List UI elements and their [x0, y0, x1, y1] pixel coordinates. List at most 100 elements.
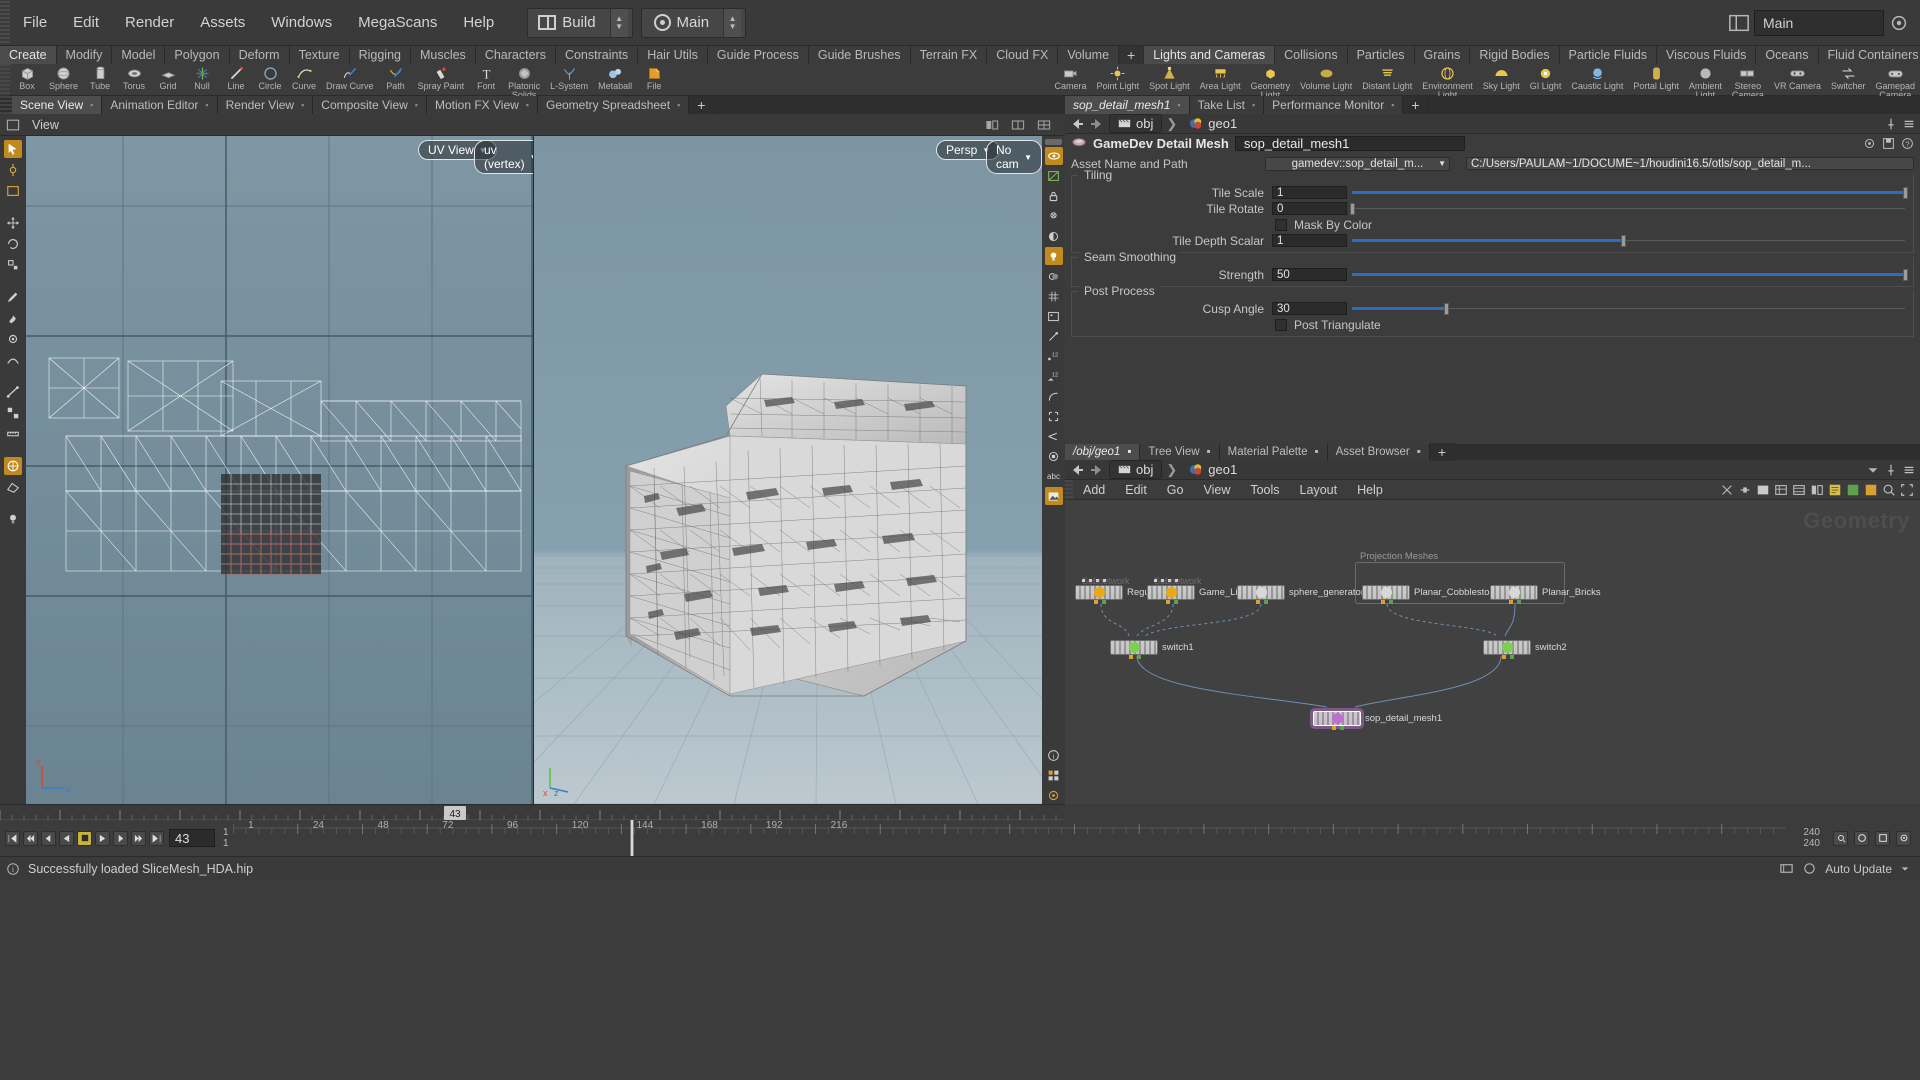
info-icon[interactable]: i — [1045, 746, 1063, 764]
material-icon[interactable] — [1045, 227, 1063, 245]
shelf-tab-muscles[interactable]: Muscles — [410, 46, 476, 64]
shelf-tab-cloud-fx[interactable]: Cloud FX — [987, 46, 1059, 64]
net-bypass-icon[interactable] — [1738, 483, 1752, 497]
shelf-tool-box[interactable]: Box — [10, 64, 44, 100]
param-slider-tile-depth-scalar[interactable] — [1352, 234, 1905, 247]
network-tab-close-icon[interactable]: ▪ — [1127, 446, 1131, 459]
pane-tab-close-icon[interactable]: ▪ — [677, 98, 680, 112]
view-tool-icon[interactable] — [4, 182, 22, 200]
shelf-tab-polygon[interactable]: Polygon — [165, 46, 230, 64]
shelf-grip[interactable] — [0, 64, 10, 96]
uv-view-pane[interactable]: UV View ▼ uv (vertex) ▼ v u — [26, 136, 533, 804]
node-render-flag[interactable] — [1137, 655, 1141, 659]
node-body[interactable] — [1313, 711, 1361, 730]
pane-tab-close-icon[interactable]: ▪ — [205, 98, 208, 112]
node-render-flag[interactable] — [1517, 600, 1521, 604]
asset-name-field[interactable]: gamedev::sop_detail_m... ▼ — [1265, 156, 1450, 171]
asset-path-field[interactable]: C:/Users/PAULAM~1/DOCUME~1/houdini16.5/o… — [1466, 157, 1914, 170]
shelf-tool-tube[interactable]: Tube — [83, 64, 117, 100]
viewport-menu-icon[interactable] — [5, 117, 21, 133]
frame-range-end[interactable]: 240 240 — [1790, 827, 1820, 849]
shelf-tab-viscous-fluids[interactable]: Viscous Fluids — [1657, 46, 1757, 64]
menu-render[interactable]: Render — [112, 8, 187, 37]
shelf-tab-rigid-bodies[interactable]: Rigid Bodies — [1470, 46, 1560, 64]
net-path-chip-geo[interactable]: geo1 — [1181, 461, 1245, 478]
frame-range-start[interactable]: 1 1 — [223, 827, 229, 849]
param-slider-cusp-angle[interactable] — [1352, 302, 1905, 315]
checkbox-mask-by-color[interactable] — [1275, 219, 1287, 231]
uv-attrib-selector[interactable]: uv (vertex) ▼ — [474, 140, 533, 174]
pane-tab-motion-fx-view[interactable]: Motion FX View ▪ — [426, 96, 538, 114]
grid-toggle-icon[interactable] — [1045, 287, 1063, 305]
timeline-ruler[interactable]: 43 — [0, 804, 1065, 821]
menu-windows[interactable]: Windows — [258, 8, 345, 37]
shelf-tool-stereo-camera[interactable]: Stereo Camera — [1727, 64, 1769, 100]
key-all-icon[interactable] — [1833, 830, 1848, 846]
shelf-tool-spray-paint[interactable]: Spray Paint — [413, 64, 470, 100]
node-display-flag[interactable] — [1381, 600, 1385, 604]
net-cut-icon[interactable] — [1720, 483, 1734, 497]
pane-tab-close-icon[interactable]: ▪ — [90, 98, 93, 112]
prim-numbers-icon[interactable]: 12 — [1045, 367, 1063, 385]
net-table-view-icon[interactable] — [1792, 483, 1806, 497]
playbar-settings-icon[interactable] — [1896, 830, 1911, 846]
menu-megascans[interactable]: MegaScans — [345, 8, 450, 37]
network-tab-close-icon[interactable]: ▪ — [1417, 446, 1421, 459]
viewport-split-divider[interactable] — [533, 136, 534, 804]
node-render-flag[interactable] — [1102, 600, 1106, 604]
net-back-arrow-icon[interactable] — [1069, 462, 1085, 478]
shelf-tab-guide-brushes[interactable]: Guide Brushes — [808, 46, 911, 64]
handle-tool-icon[interactable] — [4, 161, 22, 179]
menu-edit[interactable]: Edit — [60, 8, 112, 37]
menu-help[interactable]: Help — [450, 8, 507, 37]
net-layout-icon[interactable] — [1810, 483, 1824, 497]
group-tool-icon[interactable] — [4, 404, 22, 422]
play-button[interactable] — [95, 830, 110, 846]
param-value-field-strength[interactable]: 50 — [1272, 268, 1347, 281]
shelf-tool-switcher[interactable]: Switcher — [1826, 64, 1871, 100]
viewport-quad-icon[interactable] — [1036, 117, 1052, 133]
material-display-icon[interactable] — [1044, 487, 1063, 505]
param-slider-tile-rotate[interactable] — [1350, 202, 1905, 215]
params-tab-close-icon[interactable]: ▪ — [1177, 98, 1180, 112]
node-display-flag[interactable] — [1129, 655, 1133, 659]
node-render-flag[interactable] — [1510, 655, 1514, 659]
net-path-chip-obj[interactable]: obj — [1109, 460, 1163, 479]
paint-tool-icon[interactable] — [4, 330, 22, 348]
node-display-flag[interactable] — [1256, 600, 1260, 604]
menu-file[interactable]: File — [10, 8, 60, 37]
next-keyframe-button[interactable] — [131, 830, 146, 846]
shelf-tool-environment-light[interactable]: Environment Light — [1417, 64, 1478, 100]
lock-icon[interactable] — [1045, 187, 1063, 205]
normals-icon[interactable] — [1045, 327, 1063, 345]
pane-tab-close-icon[interactable]: ▪ — [415, 98, 418, 112]
current-frame-field[interactable]: 43 — [169, 829, 215, 847]
scene-viewport[interactable]: UV View ▼ uv (vertex) ▼ v u — [0, 136, 1042, 804]
menu-bar-grip[interactable] — [0, 0, 10, 45]
menu-assets[interactable]: Assets — [187, 8, 258, 37]
net-zoom-icon[interactable] — [1882, 483, 1896, 497]
shelf-tab-volume[interactable]: Volume — [1058, 46, 1120, 64]
params-tab-sop-detail-mesh1[interactable]: sop_detail_mesh1 ▪ — [1065, 96, 1190, 114]
net-pin-icon[interactable] — [1884, 463, 1898, 477]
shelf-tab-guide-process[interactable]: Guide Process — [707, 46, 809, 64]
headlight-icon[interactable] — [1044, 247, 1063, 265]
build-spinner[interactable]: ▲ ▼ — [609, 8, 628, 37]
shelf-tool-sky-light[interactable]: Sky Light — [1478, 64, 1525, 100]
node-display-flag[interactable] — [1509, 600, 1513, 604]
network-tab-tree-view[interactable]: Tree View ▪ — [1140, 444, 1220, 460]
shelf-tool-portal-light[interactable]: Portal Light — [1628, 64, 1684, 100]
shelf-tool-curve[interactable]: Curve — [287, 64, 321, 100]
camera-selector[interactable]: No cam ▼ — [986, 140, 1042, 174]
shelf-tool-file[interactable]: File — [637, 64, 671, 100]
node-render-flag[interactable] — [1340, 726, 1344, 730]
go-to-start-button[interactable] — [5, 830, 20, 846]
shelf-tool-font[interactable]: T Font — [469, 64, 503, 100]
network-menu-tools[interactable]: Tools — [1240, 482, 1289, 498]
shelf-tool-gi-light[interactable]: GI Light — [1525, 64, 1567, 100]
params-tab-close-icon[interactable]: ▪ — [1391, 98, 1394, 112]
shelf-tool-camera[interactable]: Camera — [1050, 64, 1092, 100]
shelf-tool-metaball[interactable]: Metaball — [593, 64, 637, 100]
net-note-icon[interactable] — [1828, 483, 1842, 497]
shelf-tab-model[interactable]: Model — [112, 46, 166, 64]
